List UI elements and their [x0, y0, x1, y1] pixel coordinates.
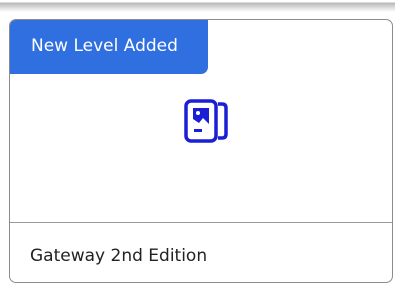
book-image-icon [182, 98, 230, 144]
course-title: Gateway 2nd Edition [30, 246, 208, 266]
top-shadow [0, 0, 395, 12]
course-card[interactable]: New Level Added Gateway 2nd Edition [9, 19, 393, 283]
new-level-badge: New Level Added [10, 20, 208, 74]
card-divider [10, 222, 392, 223]
